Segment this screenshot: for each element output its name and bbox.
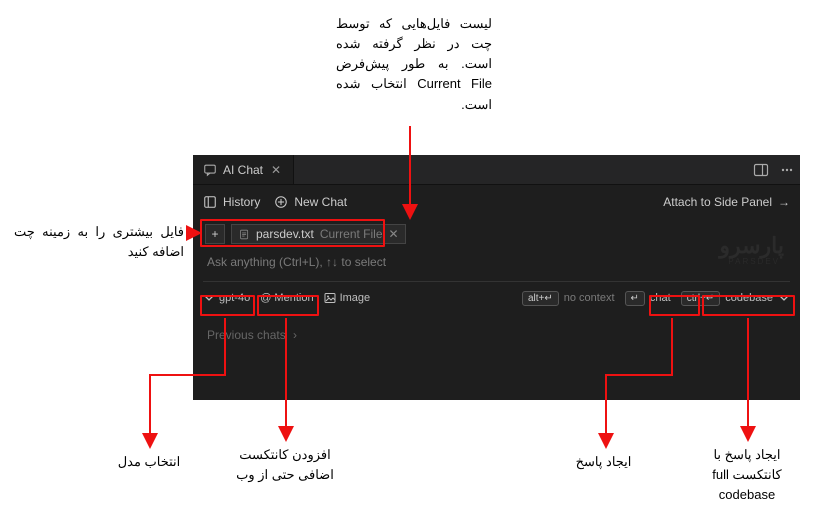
callout-codebase: ایجاد پاسخ با کانتکست full codebase bbox=[692, 445, 802, 505]
mention-button[interactable]: @ Mention bbox=[260, 292, 313, 304]
image-button[interactable]: Image bbox=[324, 292, 371, 304]
image-icon bbox=[324, 292, 336, 304]
chat-input-area[interactable]: Ask anything (Ctrl+L), ↑↓ to select bbox=[193, 249, 800, 281]
previous-chats-label: Previous chats bbox=[207, 328, 286, 342]
image-label: Image bbox=[340, 292, 371, 304]
new-chat-label: New Chat bbox=[294, 195, 347, 209]
subbar: History New Chat Attach to Side Panel → bbox=[193, 185, 800, 219]
callout-left: فایل بیشتری را به زمینه چت اضافه کنید bbox=[14, 222, 184, 262]
ai-chat-panel: AI Chat ✕ History New Chat Attach to Sid… bbox=[193, 155, 800, 400]
new-chat-button[interactable]: New Chat bbox=[274, 195, 347, 209]
kbd-enter: ↵ bbox=[625, 291, 645, 306]
model-label: gpt-4o bbox=[219, 292, 250, 304]
arrow-right-icon: → bbox=[778, 195, 790, 209]
close-icon[interactable]: ✕ bbox=[269, 163, 283, 177]
more-icon[interactable] bbox=[774, 155, 800, 185]
no-context-submit[interactable]: alt+↵ no context bbox=[522, 291, 615, 306]
history-label: History bbox=[223, 195, 260, 209]
chat-input-placeholder: Ask anything (Ctrl+L), ↑↓ to select bbox=[207, 255, 386, 269]
file-chip-tag: Current File bbox=[320, 227, 383, 241]
chat-icon bbox=[203, 163, 217, 177]
tab-ai-chat[interactable]: AI Chat ✕ bbox=[193, 155, 294, 184]
chevron-down-icon bbox=[203, 292, 215, 304]
kbd-ctrl-enter: ctrl+↵ bbox=[681, 291, 721, 306]
callout-mention: افزودن کانتکست اضافی حتی از وب bbox=[225, 445, 345, 485]
callout-chat: ایجاد پاسخ bbox=[556, 452, 651, 472]
file-icon bbox=[238, 228, 250, 240]
plus-icon: + bbox=[211, 227, 218, 241]
codebase-submit[interactable]: ctrl+↵ codebase bbox=[681, 291, 790, 306]
mention-label: @ Mention bbox=[260, 292, 313, 304]
model-selector[interactable]: gpt-4o bbox=[203, 292, 250, 304]
chip-close-icon[interactable]: ✕ bbox=[389, 229, 399, 239]
chevron-down-icon bbox=[778, 292, 790, 304]
attach-label: Attach to Side Panel bbox=[663, 195, 772, 209]
layout-icon[interactable] bbox=[748, 155, 774, 185]
toolbar: gpt-4o @ Mention Image alt+↵ no context … bbox=[193, 282, 800, 314]
file-chip-current[interactable]: parsdev.txt Current File ✕ bbox=[231, 224, 406, 244]
kbd-alt-enter: alt+↵ bbox=[522, 291, 559, 306]
context-chipbar: + parsdev.txt Current File ✕ bbox=[193, 219, 800, 249]
tab-label: AI Chat bbox=[223, 163, 263, 177]
plus-circle-icon bbox=[274, 195, 288, 209]
attach-side-panel-button[interactable]: Attach to Side Panel → bbox=[663, 195, 790, 209]
chat-submit[interactable]: ↵ chat bbox=[625, 291, 671, 306]
previous-chats-button[interactable]: Previous chats › bbox=[193, 314, 800, 356]
chevron-right-icon: › bbox=[293, 328, 297, 342]
no-context-label: no context bbox=[564, 292, 615, 304]
chat-label: chat bbox=[650, 292, 671, 304]
codebase-label: codebase bbox=[725, 292, 773, 304]
callout-model: انتخاب مدل bbox=[104, 452, 194, 472]
file-chip-name: parsdev.txt bbox=[256, 227, 314, 241]
add-context-button[interactable]: + bbox=[205, 224, 225, 244]
titlebar: AI Chat ✕ bbox=[193, 155, 800, 185]
callout-top: لیست فایل‌هایی که توسط چت در نظر گرفته ش… bbox=[336, 14, 492, 115]
history-icon bbox=[203, 195, 217, 209]
history-button[interactable]: History bbox=[203, 195, 260, 209]
